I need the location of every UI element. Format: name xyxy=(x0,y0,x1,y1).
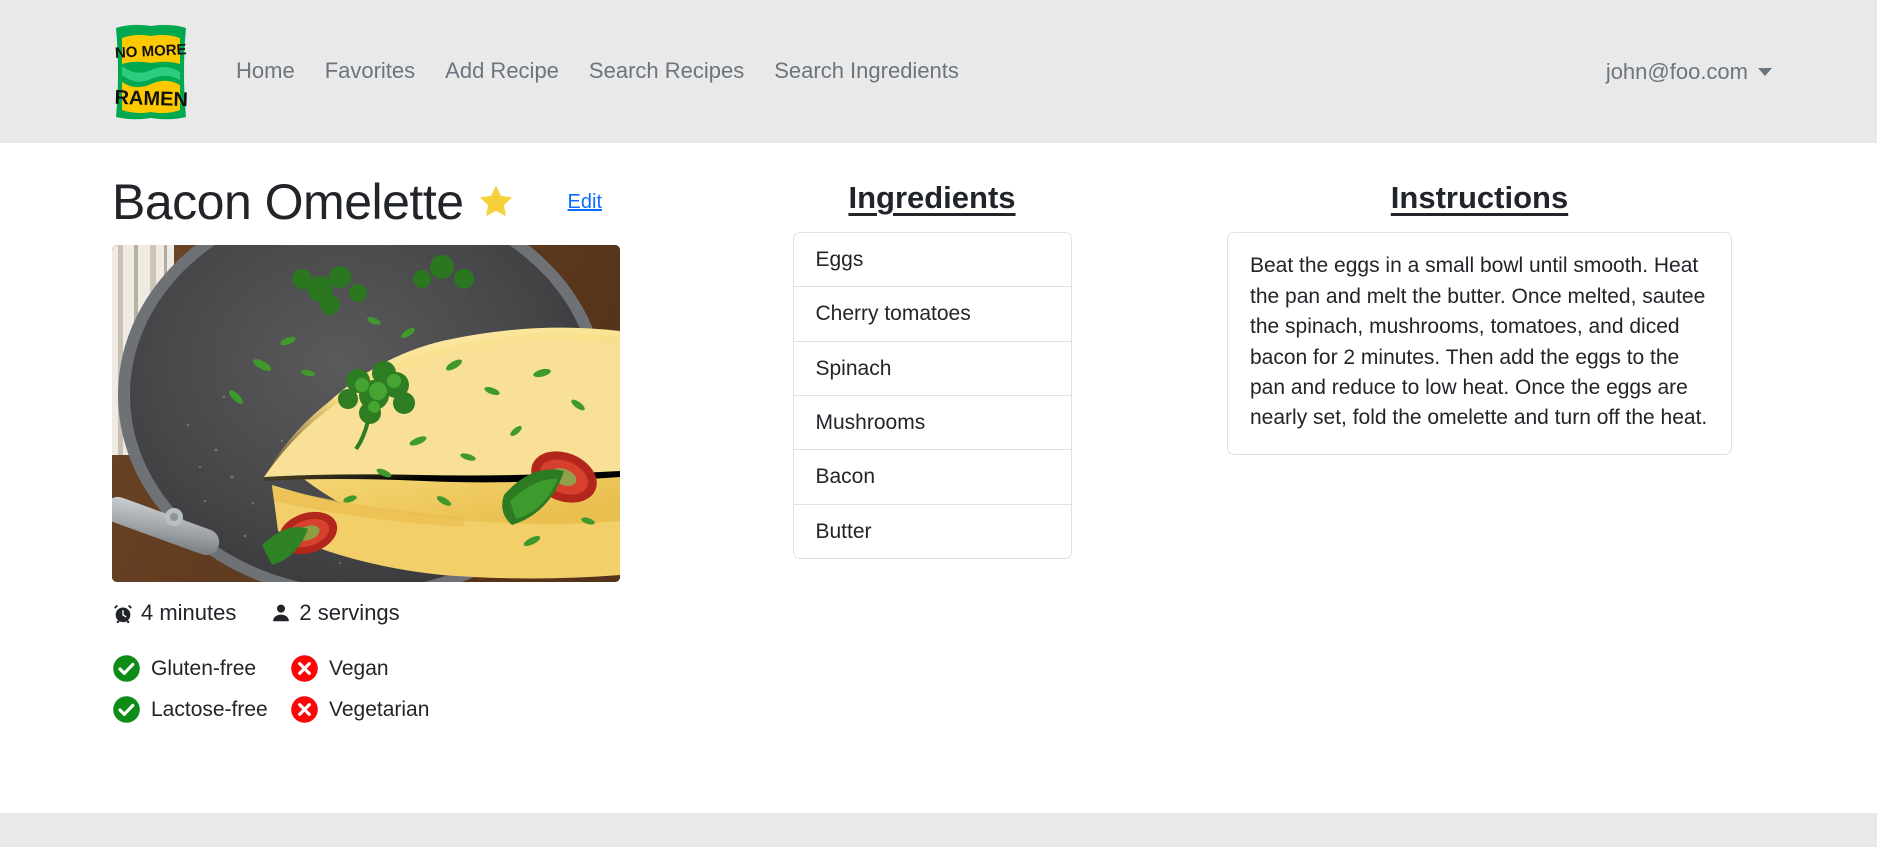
nav-item: Favorites xyxy=(323,60,417,83)
servings: 2 servings xyxy=(270,600,400,626)
nav-item: Search Recipes xyxy=(587,60,746,83)
chevron-down-icon xyxy=(1758,67,1772,76)
svg-text:RAMEN: RAMEN xyxy=(114,86,188,111)
nav-item: Search Ingredients xyxy=(772,60,961,83)
list-item[interactable]: Cherry tomatoes xyxy=(793,287,1071,342)
account-menu[interactable]: john@foo.com xyxy=(1606,59,1772,85)
diet-flag-vegan: Vegan xyxy=(290,654,732,683)
instructions-column: Instructions Beat the eggs in a small bo… xyxy=(1132,143,1765,455)
nav-link-search-ingredients[interactable]: Search Ingredients xyxy=(772,54,961,87)
diet-flag-vegetarian: Vegetarian xyxy=(290,695,732,724)
diet-flag-lactose-free: Lactose-free xyxy=(112,695,290,724)
page-footer xyxy=(0,813,1877,847)
list-item[interactable]: Bacon xyxy=(793,450,1071,505)
ingredients-list: Eggs Cherry tomatoes Spinach Mushrooms B… xyxy=(792,232,1072,559)
instructions-text: Beat the eggs in a small bowl until smoo… xyxy=(1250,254,1708,430)
person-icon xyxy=(270,602,292,624)
nav-item: Home xyxy=(234,60,297,83)
title-row: Bacon Omelette Edit xyxy=(112,171,732,233)
list-item[interactable]: Spinach xyxy=(793,341,1071,397)
cook-time: 4 minutes xyxy=(112,600,236,626)
primary-nav-list: Home Favorites Add Recipe Search Recipes… xyxy=(234,60,961,83)
cook-time-label: 4 minutes xyxy=(141,600,237,625)
favorite-star-icon[interactable] xyxy=(476,182,516,222)
nav-link-favorites[interactable]: Favorites xyxy=(323,54,417,87)
diet-flag-label: Gluten-free xyxy=(151,656,257,680)
nav-item: Add Recipe xyxy=(443,60,561,83)
site-logo[interactable]: NO MORE RAMEN xyxy=(112,22,190,122)
instructions-card: Beat the eggs in a small bowl until smoo… xyxy=(1227,232,1732,455)
diet-flag-label: Vegan xyxy=(329,656,389,680)
page-title: Bacon Omelette xyxy=(112,174,464,230)
nav-link-home[interactable]: Home xyxy=(234,54,297,87)
nav-link-search-recipes[interactable]: Search Recipes xyxy=(587,54,746,87)
nav-link-add-recipe[interactable]: Add Recipe xyxy=(443,54,561,87)
no-more-ramen-logo-icon: NO MORE RAMEN xyxy=(114,24,188,119)
servings-label: 2 servings xyxy=(299,600,400,625)
ingredients-column: Ingredients Eggs Cherry tomatoes Spinach… xyxy=(732,143,1132,559)
list-item[interactable]: Butter xyxy=(793,504,1071,558)
edit-recipe-link[interactable]: Edit xyxy=(568,191,602,214)
ingredients-heading: Ingredients xyxy=(848,180,1016,215)
check-circle-icon xyxy=(112,654,141,683)
account-email-label: john@foo.com xyxy=(1605,58,1748,84)
diet-flag-label: Vegetarian xyxy=(329,697,430,721)
omelette-in-pan-image xyxy=(112,245,620,582)
instructions-heading: Instructions xyxy=(1390,180,1569,215)
page-body: Bacon Omelette Edit 4 minutes 2 servings… xyxy=(0,143,1877,847)
list-item[interactable]: Eggs xyxy=(793,233,1071,288)
check-circle-icon xyxy=(112,695,141,724)
x-circle-icon xyxy=(290,695,319,724)
alarm-clock-icon xyxy=(112,602,134,624)
diet-flag-gluten-free: Gluten-free xyxy=(112,654,290,683)
recipe-photo xyxy=(112,245,620,582)
list-item[interactable]: Mushrooms xyxy=(793,396,1071,451)
recipe-detail-column: Bacon Omelette Edit 4 minutes 2 servings… xyxy=(112,143,732,724)
content-container: Bacon Omelette Edit 4 minutes 2 servings… xyxy=(0,143,1877,724)
dietary-flags: Gluten-free Vegan Lactose-free Vegetaria… xyxy=(112,654,732,724)
x-circle-icon xyxy=(290,654,319,683)
diet-flag-label: Lactose-free xyxy=(151,697,268,721)
top-navigation-bar: NO MORE RAMEN Home Favorites Add Recipe … xyxy=(0,0,1877,143)
recipe-meta-row: 4 minutes 2 servings xyxy=(112,600,732,626)
